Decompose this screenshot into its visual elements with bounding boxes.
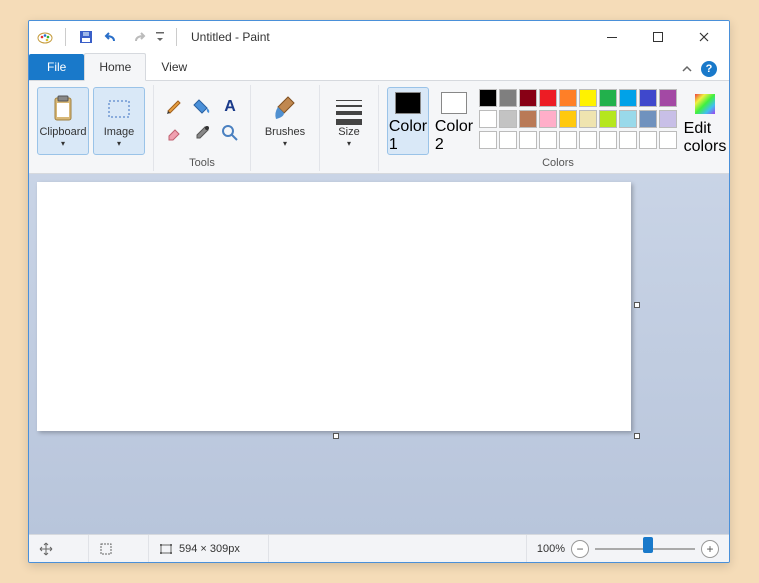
color-swatch[interactable]	[539, 110, 557, 128]
zoom-out-button[interactable]: −	[571, 540, 589, 558]
tools-group-label: Tools	[189, 157, 215, 169]
resize-handle-east[interactable]	[634, 302, 640, 308]
cursor-position-cell	[29, 535, 89, 562]
canvas-size-cell: 594 × 309px	[149, 535, 269, 562]
color-swatch[interactable]	[519, 89, 537, 107]
qat-dropdown-icon[interactable]	[154, 27, 166, 47]
color-picker-tool-icon[interactable]	[190, 121, 214, 145]
minimize-button[interactable]	[589, 22, 635, 52]
text-tool-icon[interactable]: A	[218, 93, 242, 117]
color-swatch[interactable]	[499, 89, 517, 107]
pencil-tool-icon[interactable]	[162, 93, 186, 117]
magnifier-tool-icon[interactable]	[218, 121, 242, 145]
zoom-controls: 100% − +	[527, 540, 729, 558]
paint-window: Untitled - Paint File Home View ? Clipbo…	[28, 20, 730, 563]
color-swatch[interactable]	[619, 131, 637, 149]
edit-colors-button[interactable]: Edit colors	[681, 87, 729, 155]
collapse-ribbon-icon[interactable]	[681, 63, 693, 75]
zoom-level-text: 100%	[537, 543, 565, 555]
color-swatch[interactable]	[559, 89, 577, 107]
fill-tool-icon[interactable]	[190, 93, 214, 117]
resize-handle-southeast[interactable]	[634, 433, 640, 439]
status-bar: 594 × 309px 100% − +	[29, 534, 729, 562]
tab-home[interactable]: Home	[84, 53, 146, 81]
color-swatch[interactable]	[559, 131, 577, 149]
color-1-button[interactable]: Color 1	[387, 87, 429, 155]
selection-size-cell	[89, 535, 149, 562]
color-1-chip	[395, 92, 421, 114]
size-button[interactable]: Size ▾	[328, 87, 370, 155]
color-swatch[interactable]	[539, 131, 557, 149]
window-title: Untitled - Paint	[191, 30, 270, 44]
close-button[interactable]	[681, 22, 727, 52]
color-swatch[interactable]	[619, 89, 637, 107]
color-2-button[interactable]: Color 2	[433, 87, 475, 155]
color-swatch[interactable]	[579, 110, 597, 128]
maximize-button[interactable]	[635, 22, 681, 52]
color-swatch[interactable]	[539, 89, 557, 107]
color-palette	[479, 87, 677, 149]
help-icon[interactable]: ?	[701, 61, 717, 77]
canvas[interactable]	[37, 182, 631, 431]
color-swatch[interactable]	[479, 89, 497, 107]
color-swatch[interactable]	[519, 131, 537, 149]
svg-text:A: A	[224, 98, 236, 114]
color-swatch[interactable]	[599, 110, 617, 128]
selection-size-icon	[99, 542, 113, 556]
ribbon: Clipboard ▾ Image ▾ . A	[29, 81, 729, 174]
color-swatch[interactable]	[639, 89, 657, 107]
color-swatch[interactable]	[659, 89, 677, 107]
color-swatch[interactable]	[499, 131, 517, 149]
zoom-in-button[interactable]: +	[701, 540, 719, 558]
color-swatch[interactable]	[599, 131, 617, 149]
canvas-size-icon	[159, 542, 173, 556]
color-swatch[interactable]	[639, 131, 657, 149]
color-swatch[interactable]	[579, 131, 597, 149]
color-swatch[interactable]	[559, 110, 577, 128]
save-icon[interactable]	[76, 27, 96, 47]
clipboard-button[interactable]: Clipboard ▾	[37, 87, 89, 155]
color-swatch[interactable]	[659, 131, 677, 149]
window-controls	[589, 22, 727, 52]
color-swatch[interactable]	[579, 89, 597, 107]
ribbon-tabs: File Home View ?	[29, 53, 729, 81]
canvas-workarea[interactable]	[29, 174, 729, 534]
resize-handle-south[interactable]	[333, 433, 339, 439]
cursor-position-icon	[39, 542, 53, 556]
app-icon	[35, 27, 55, 47]
eraser-tool-icon[interactable]	[162, 121, 186, 145]
zoom-slider[interactable]	[595, 542, 695, 556]
file-size-cell	[269, 535, 527, 562]
redo-icon[interactable]	[128, 27, 148, 47]
image-button[interactable]: Image ▾	[93, 87, 145, 155]
color-swatch[interactable]	[639, 110, 657, 128]
brushes-button[interactable]: Brushes ▾	[259, 87, 311, 155]
undo-icon[interactable]	[102, 27, 122, 47]
color-swatch[interactable]	[659, 110, 677, 128]
title-bar: Untitled - Paint	[29, 21, 729, 53]
color-swatch[interactable]	[619, 110, 637, 128]
color-2-chip	[441, 92, 467, 114]
color-swatch[interactable]	[499, 110, 517, 128]
tab-view[interactable]: View	[146, 53, 202, 80]
color-swatch[interactable]	[479, 131, 497, 149]
canvas-size-text: 594 × 309px	[179, 543, 240, 555]
color-swatch[interactable]	[599, 89, 617, 107]
color-swatch[interactable]	[519, 110, 537, 128]
color-swatch[interactable]	[479, 110, 497, 128]
zoom-slider-thumb[interactable]	[643, 537, 653, 553]
quick-access-toolbar	[35, 27, 181, 47]
tab-file[interactable]: File	[29, 54, 84, 80]
colors-group-label: Colors	[542, 157, 574, 169]
